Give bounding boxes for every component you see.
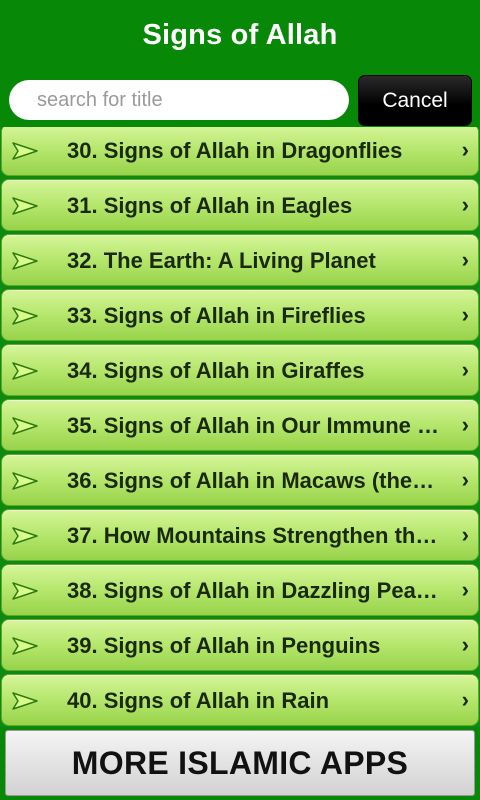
list-item-label: 30. Signs of Allah in Dragonflies xyxy=(67,138,403,163)
list-item-label: 40. Signs of Allah in Rain xyxy=(67,688,330,713)
list-item[interactable]: 40. Signs of Allah in Rain › xyxy=(1,674,479,726)
list-item[interactable]: 30. Signs of Allah in Dragonflies › xyxy=(1,127,479,176)
list-item[interactable]: 31. Signs of Allah in Eagles › xyxy=(1,179,479,231)
play-arrow-icon xyxy=(12,637,38,655)
list-item[interactable]: 39. Signs of Allah in Penguins › xyxy=(1,619,479,671)
chevron-right-icon: › xyxy=(461,192,469,217)
chevron-right-icon: › xyxy=(461,137,469,162)
list-item-label: 34. Signs of Allah in Giraffes xyxy=(67,358,365,383)
page-title: Signs of Allah xyxy=(142,18,338,51)
chevron-right-icon: › xyxy=(461,522,469,547)
title-list[interactable]: 30. Signs of Allah in Dragonflies › 31. Si… xyxy=(0,127,480,727)
list-item-label: 35. Signs of Allah in Our Immune … xyxy=(67,413,440,438)
play-arrow-icon xyxy=(12,307,38,325)
list-item[interactable]: 33. Signs of Allah in Fireflies › xyxy=(1,289,479,341)
app-header: Signs of Allah xyxy=(0,0,480,70)
chevron-right-icon: › xyxy=(461,357,469,382)
play-arrow-icon xyxy=(12,142,38,160)
chevron-right-icon: › xyxy=(461,302,469,327)
list-item-label: 36. Signs of Allah in Macaws (the… xyxy=(67,468,435,493)
play-arrow-icon xyxy=(12,527,38,545)
list-item-label: 33. Signs of Allah in Fireflies xyxy=(67,303,366,328)
more-islamic-apps-button[interactable]: MORE ISLAMIC APPS xyxy=(5,730,475,796)
footer: MORE ISLAMIC APPS xyxy=(0,727,480,800)
search-bar: Cancel xyxy=(0,70,480,132)
list-item[interactable]: 32. The Earth: A Living Planet › xyxy=(1,234,479,286)
play-arrow-icon xyxy=(12,362,38,380)
list-item-label: 39. Signs of Allah in Penguins xyxy=(67,633,381,658)
list-item[interactable]: 37. How Mountains Strengthen th… › xyxy=(1,509,479,561)
list-item[interactable]: 36. Signs of Allah in Macaws (the… › xyxy=(1,454,479,506)
chevron-right-icon: › xyxy=(461,687,469,712)
play-arrow-icon xyxy=(12,582,38,600)
cancel-button[interactable]: Cancel xyxy=(358,75,472,126)
play-arrow-icon xyxy=(12,197,38,215)
list-item[interactable]: 34. Signs of Allah in Giraffes › xyxy=(1,344,479,396)
list-item-label: 38. Signs of Allah in Dazzling Pea… xyxy=(67,578,438,603)
play-arrow-icon xyxy=(12,472,38,490)
list-item-label: 32. The Earth: A Living Planet xyxy=(67,248,376,273)
list-item-label: 31. Signs of Allah in Eagles xyxy=(67,193,353,218)
play-arrow-icon xyxy=(12,417,38,435)
play-arrow-icon xyxy=(12,692,38,710)
list-item[interactable]: 35. Signs of Allah in Our Immune … › xyxy=(1,399,479,451)
chevron-right-icon: › xyxy=(461,632,469,657)
list-item-label: 37. How Mountains Strengthen th… xyxy=(67,523,438,548)
chevron-right-icon: › xyxy=(461,577,469,602)
chevron-right-icon: › xyxy=(461,247,469,272)
search-input[interactable] xyxy=(9,80,349,120)
play-arrow-icon xyxy=(12,252,38,270)
list-item[interactable]: 38. Signs of Allah in Dazzling Pea… › xyxy=(1,564,479,616)
chevron-right-icon: › xyxy=(461,412,469,437)
chevron-right-icon: › xyxy=(461,467,469,492)
